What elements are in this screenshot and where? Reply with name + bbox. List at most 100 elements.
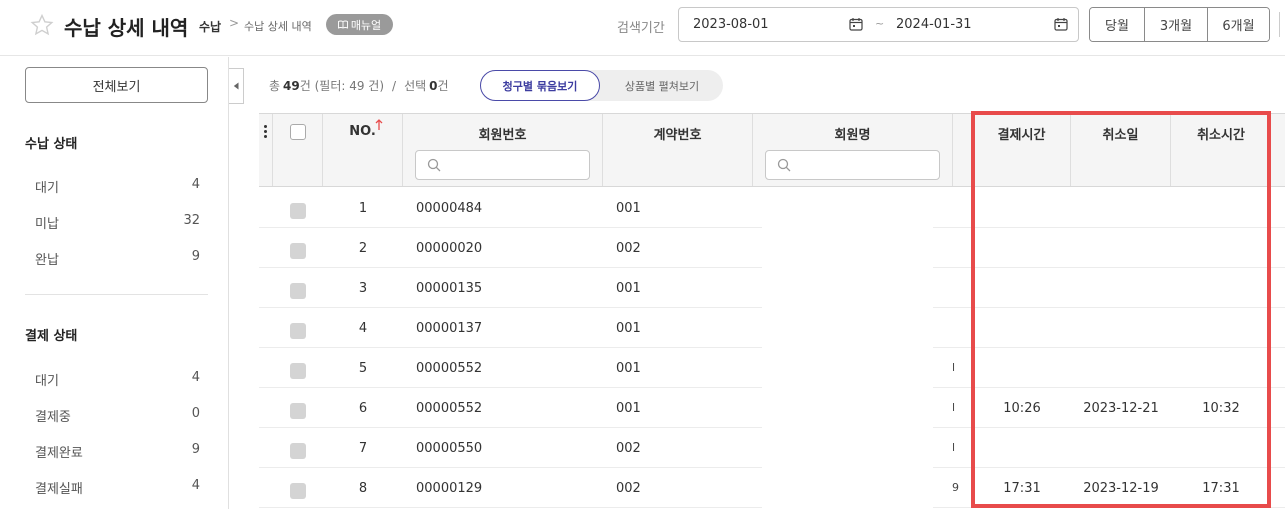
filter-sidebar: 전체보기 수납 상태 대기 4 미납 32 완납 9 결제 상태 대기 4 결제…: [0, 57, 229, 509]
manual-label: 매뉴얼: [350, 18, 382, 32]
column-header-member-name[interactable]: 회원명: [753, 114, 953, 186]
table-row[interactable]: 4 00000137 001: [259, 308, 1285, 348]
page-header: 수납 상세 내역 수납 > 수납 상세 내역 매뉴얼 검색기간 2023-08-…: [0, 0, 1285, 56]
payment-status-title: 수납 상태: [25, 137, 78, 152]
sidebar-item-count: 4: [191, 177, 200, 192]
cell-cancel-date: 2023-12-21: [1083, 400, 1159, 416]
manual-button[interactable]: 매뉴얼: [326, 14, 393, 35]
row-checkbox[interactable]: [290, 483, 306, 499]
result-summary: 총 49 건 (필터: 49 건) / 선택 0건: [269, 77, 449, 94]
column-header-cancel-time[interactable]: 취소시간: [1171, 114, 1271, 186]
cell-cancel-date: [1071, 308, 1171, 348]
member-name-filter-input[interactable]: [765, 150, 940, 180]
cell-contract-no: 001: [616, 400, 641, 416]
table-row[interactable]: 7 00000550 002 l: [259, 428, 1285, 468]
sidebar-item-count: 9: [191, 249, 200, 264]
search-icon: [427, 158, 441, 172]
expand-by-product-button[interactable]: 상품별 펼쳐보기: [602, 70, 722, 101]
table-row[interactable]: 8 00000129 002 17:31 2023-12-19 17:31 9: [259, 468, 1285, 508]
sidebar-item-settlement-failed[interactable]: 결제실패 4: [35, 478, 200, 497]
period-3-months-button[interactable]: 3개월: [1145, 8, 1208, 41]
row-checkbox[interactable]: [290, 203, 306, 219]
sidebar-item-label: 결제완료: [35, 446, 83, 461]
sidebar-item-settling[interactable]: 결제중 0: [35, 406, 200, 425]
cell-no: 8: [358, 480, 368, 496]
cell-contract-no: 001: [616, 280, 641, 296]
sidebar-collapse-button[interactable]: [229, 68, 244, 104]
cell-no: 2: [358, 240, 368, 256]
column-label: 계약번호: [653, 128, 702, 143]
cell-contract-no: 001: [616, 200, 641, 216]
breadcrumb-item-parent[interactable]: 수납: [199, 18, 221, 35]
cell-cancel-time: [1171, 308, 1271, 348]
cell-cancel-time: 17:31: [1202, 480, 1240, 496]
calendar-icon[interactable]: [849, 17, 863, 31]
table-row[interactable]: 6 00000552 001 10:26 2023-12-21 10:32 l: [259, 388, 1285, 428]
search-period-label: 검색기간: [617, 21, 665, 36]
date-to-value[interactable]: 2024-01-31: [896, 17, 972, 32]
row-checkbox[interactable]: [290, 403, 306, 419]
column-header-no[interactable]: NO.: [323, 114, 403, 186]
cell-member-no: 00000129: [416, 480, 483, 496]
table-row[interactable]: 1 00000484 001: [259, 188, 1285, 228]
table-row[interactable]: 2 00000020 002: [259, 228, 1285, 268]
row-checkbox[interactable]: [290, 323, 306, 339]
cell-member-no: 00000552: [416, 360, 483, 376]
breadcrumb-item-current: 수납 상세 내역: [244, 20, 312, 33]
cell-cancel-time: [1171, 428, 1271, 468]
table-row[interactable]: 3 00000135 001: [259, 268, 1285, 308]
column-header-cancel-date[interactable]: 취소일: [1071, 114, 1171, 186]
favorite-star-icon[interactable]: [30, 13, 54, 37]
sidebar-item-count: 4: [191, 478, 200, 493]
header-divider: [1279, 12, 1280, 37]
sidebar-item-unpaid[interactable]: 미납 32: [35, 213, 200, 232]
cell-truncated-edge: l: [952, 441, 956, 454]
column-menu-icon[interactable]: [259, 114, 273, 186]
summary-selected-count: 0: [429, 79, 438, 93]
cell-payment-time: [973, 428, 1071, 468]
sidebar-item-settled[interactable]: 결제완료 9: [35, 442, 200, 461]
cell-cancel-time: [1171, 228, 1271, 268]
sidebar-item-count: 9: [191, 442, 200, 457]
period-current-month-button[interactable]: 당월: [1090, 8, 1145, 41]
cell-member-no: 00000552: [416, 400, 483, 416]
calendar-icon[interactable]: [1054, 17, 1068, 31]
member-no-filter-input[interactable]: [415, 150, 590, 180]
header-select-all-cell: [273, 114, 323, 186]
select-all-checkbox[interactable]: [290, 124, 306, 140]
date-range-picker[interactable]: 2023-08-01 ~ 2024-01-31: [678, 7, 1079, 42]
sidebar-item-payment-waiting[interactable]: 대기 4: [35, 177, 200, 196]
column-header-contract-no[interactable]: 계약번호: [603, 114, 753, 186]
sort-ascending-icon[interactable]: [375, 119, 383, 131]
cell-contract-no: 002: [616, 240, 641, 256]
page-title: 수납 상세 내역: [64, 16, 189, 40]
cell-payment-time: [973, 308, 1071, 348]
view-all-button[interactable]: 전체보기: [25, 67, 208, 103]
cell-contract-no: 001: [616, 360, 641, 376]
row-checkbox[interactable]: [290, 443, 306, 459]
cell-contract-no: 002: [616, 440, 641, 456]
column-header-hidden: [953, 114, 973, 186]
period-6-months-button[interactable]: 6개월: [1208, 8, 1269, 41]
row-checkbox[interactable]: [290, 283, 306, 299]
group-by-billing-button[interactable]: 청구별 묶음보기: [480, 70, 600, 101]
row-checkbox[interactable]: [290, 243, 306, 259]
row-checkbox[interactable]: [290, 363, 306, 379]
table-row[interactable]: 5 00000552 001 l: [259, 348, 1285, 388]
caret-left-icon: [233, 82, 239, 90]
column-label: 취소시간: [1197, 128, 1245, 143]
column-header-member-no[interactable]: 회원번호: [403, 114, 603, 186]
column-header-payment-time[interactable]: 결제시간: [973, 114, 1071, 186]
cell-no: 5: [358, 360, 368, 376]
cell-cancel-time: [1171, 268, 1271, 308]
sidebar-item-label: 대기: [35, 181, 59, 196]
sidebar-item-count: 0: [191, 406, 200, 421]
date-from-value[interactable]: 2023-08-01: [693, 17, 769, 32]
cell-cancel-time: [1171, 348, 1271, 388]
cell-contract-no: 002: [616, 480, 641, 496]
summary-separator: /: [392, 79, 397, 93]
sidebar-item-fully-paid[interactable]: 완납 9: [35, 249, 200, 268]
column-label: 회원명: [834, 128, 871, 143]
sidebar-item-settlement-waiting[interactable]: 대기 4: [35, 370, 200, 389]
summary-total-suffix: 건 (필터: 49 건): [299, 79, 385, 93]
